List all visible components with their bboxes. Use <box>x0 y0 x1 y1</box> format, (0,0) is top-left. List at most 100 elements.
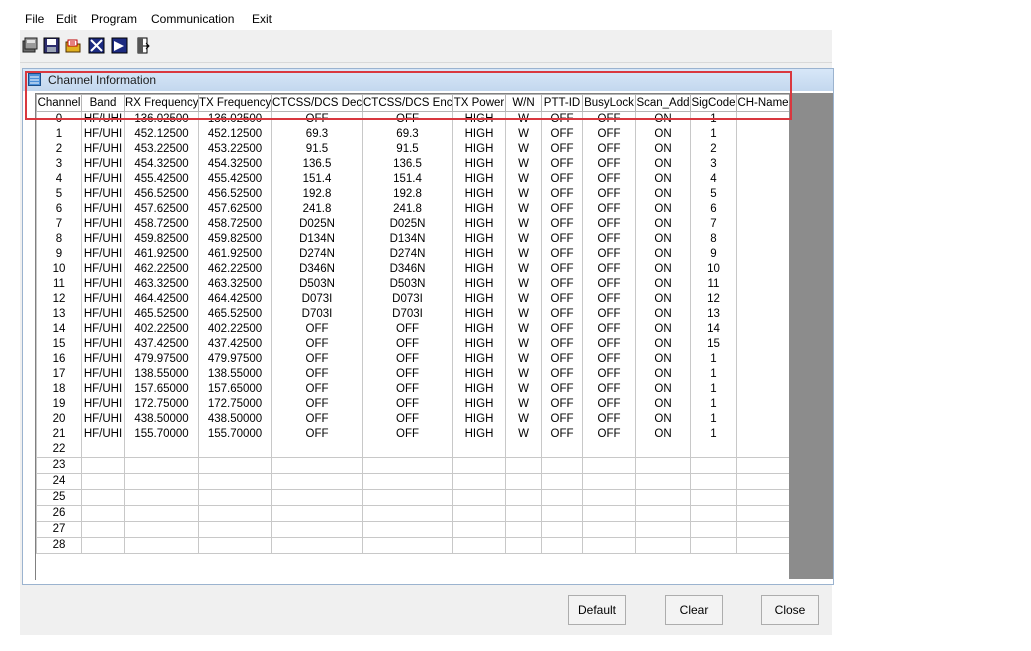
cell-ctcss-dcs-enc[interactable]: D073I <box>362 292 453 307</box>
cell-busy-lock[interactable]: OFF <box>582 382 636 397</box>
cell-ctcss-dcs-enc[interactable]: D346N <box>362 262 453 277</box>
cell-tx-frequency[interactable]: 136.02500 <box>198 111 272 127</box>
cell-ctcss-dcs-dec[interactable]: OFF <box>271 427 363 442</box>
column-header-ch-name[interactable]: CH-Name <box>736 94 789 112</box>
cell-ptt-id[interactable]: OFF <box>541 172 583 187</box>
table-row[interactable]: 19 HF/UHI 172.75000 172.75000 OFF OFF HIGH W OFF… <box>36 397 789 412</box>
cell-ctcss-dcs-dec[interactable] <box>271 521 363 538</box>
cell-ch-name[interactable] <box>736 232 789 247</box>
menu-edit[interactable]: Edit <box>56 12 77 26</box>
cell-sig-code[interactable]: 7 <box>690 217 737 232</box>
cell-busy-lock[interactable]: OFF <box>582 172 636 187</box>
cell-scan-add[interactable] <box>635 537 691 554</box>
cell-ptt-id[interactable]: OFF <box>541 322 583 337</box>
cell-ctcss-dcs-dec[interactable]: OFF <box>271 412 363 427</box>
cell-scan-add[interactable]: ON <box>635 367 691 382</box>
cell-channel[interactable]: 13 <box>36 307 82 322</box>
cell-band[interactable] <box>81 489 125 506</box>
cell-ptt-id[interactable] <box>541 521 583 538</box>
cell-tx-power[interactable]: HIGH <box>452 352 506 367</box>
table-row[interactable]: 11 HF/UHI 463.32500 463.32500 D503N D503N HIGH… <box>36 277 789 292</box>
cell-rx-frequency[interactable]: 465.52500 <box>124 307 199 322</box>
cell-w-n[interactable]: W <box>505 352 542 367</box>
cell-band[interactable]: HF/UHI <box>81 217 125 232</box>
cell-rx-frequency[interactable] <box>124 457 199 474</box>
table-row[interactable]: 6 HF/UHI 457.62500 457.62500 241.8 241.8 HIGH W… <box>36 202 789 217</box>
cell-tx-power[interactable]: HIGH <box>452 187 506 202</box>
cell-tx-frequency[interactable]: 402.22500 <box>198 322 272 337</box>
cell-ctcss-dcs-dec[interactable]: D134N <box>271 232 363 247</box>
cell-channel[interactable]: 19 <box>36 397 82 412</box>
cell-ctcss-dcs-enc[interactable] <box>362 442 453 458</box>
table-row[interactable]: 4 HF/UHI 455.42500 455.42500 151.4 151.4 HIGH W… <box>36 172 789 187</box>
column-header-band[interactable]: Band <box>81 94 125 112</box>
cell-tx-frequency[interactable]: 455.42500 <box>198 172 272 187</box>
table-row[interactable]: 16 HF/UHI 479.97500 479.97500 OFF OFF HIGH W OFF… <box>36 352 789 367</box>
cell-busy-lock[interactable]: OFF <box>582 142 636 157</box>
cell-tx-frequency[interactable]: 458.72500 <box>198 217 272 232</box>
close-button[interactable]: Close <box>761 595 819 625</box>
cell-ctcss-dcs-dec[interactable]: D346N <box>271 262 363 277</box>
cell-channel[interactable]: 16 <box>36 352 82 367</box>
cell-tx-frequency[interactable]: 459.82500 <box>198 232 272 247</box>
cell-scan-add[interactable]: ON <box>635 232 691 247</box>
cell-channel[interactable]: 20 <box>36 412 82 427</box>
cell-sig-code[interactable]: 9 <box>690 247 737 262</box>
cell-ctcss-dcs-dec[interactable]: OFF <box>271 397 363 412</box>
cell-tx-power[interactable]: HIGH <box>452 277 506 292</box>
cell-busy-lock[interactable]: OFF <box>582 157 636 172</box>
cell-ctcss-dcs-dec[interactable]: 241.8 <box>271 202 363 217</box>
cell-w-n[interactable]: W <box>505 337 542 352</box>
cell-channel[interactable]: 15 <box>36 337 82 352</box>
cell-sig-code[interactable] <box>690 521 737 538</box>
cell-band[interactable]: HF/UHI <box>81 397 125 412</box>
cell-scan-add[interactable]: ON <box>635 397 691 412</box>
cell-ptt-id[interactable]: OFF <box>541 142 583 157</box>
cell-scan-add[interactable]: ON <box>635 337 691 352</box>
cell-sig-code[interactable]: 1 <box>690 352 737 367</box>
cell-sig-code[interactable]: 1 <box>690 367 737 382</box>
cell-channel[interactable]: 24 <box>36 473 82 490</box>
cell-w-n[interactable]: W <box>505 172 542 187</box>
cell-ptt-id[interactable]: OFF <box>541 187 583 202</box>
cell-band[interactable]: HF/UHI <box>81 277 125 292</box>
cell-tx-power[interactable] <box>452 457 506 474</box>
open-folder-icon[interactable] <box>64 35 83 55</box>
cell-ptt-id[interactable]: OFF <box>541 157 583 172</box>
cell-tx-power[interactable]: HIGH <box>452 397 506 412</box>
cell-scan-add[interactable]: ON <box>635 322 691 337</box>
cell-tx-frequency[interactable] <box>198 473 272 490</box>
cell-busy-lock[interactable]: OFF <box>582 277 636 292</box>
cell-channel[interactable]: 27 <box>36 521 82 538</box>
cell-busy-lock[interactable] <box>582 442 636 458</box>
cell-w-n[interactable]: W <box>505 127 542 142</box>
cell-scan-add[interactable] <box>635 473 691 490</box>
cell-ptt-id[interactable]: OFF <box>541 412 583 427</box>
cell-ch-name[interactable] <box>736 277 789 292</box>
cell-w-n[interactable]: W <box>505 157 542 172</box>
cell-channel[interactable]: 1 <box>36 127 82 142</box>
cell-tx-power[interactable]: HIGH <box>452 367 506 382</box>
cell-busy-lock[interactable]: OFF <box>582 337 636 352</box>
cell-ch-name[interactable] <box>736 489 789 506</box>
cell-ptt-id[interactable]: OFF <box>541 262 583 277</box>
cell-tx-frequency[interactable]: 462.22500 <box>198 262 272 277</box>
cell-scan-add[interactable] <box>635 489 691 506</box>
cell-tx-frequency[interactable] <box>198 505 272 522</box>
cell-scan-add[interactable]: ON <box>635 142 691 157</box>
cell-band[interactable]: HF/UHI <box>81 412 125 427</box>
cell-w-n[interactable]: W <box>505 247 542 262</box>
cell-busy-lock[interactable]: OFF <box>582 127 636 142</box>
cell-w-n[interactable]: W <box>505 142 542 157</box>
table-row[interactable]: 3 HF/UHI 454.32500 454.32500 136.5 136.5 HIGH W… <box>36 157 789 172</box>
cell-w-n[interactable]: W <box>505 307 542 322</box>
cell-ctcss-dcs-enc[interactable] <box>362 473 453 490</box>
column-header-tx-power[interactable]: TX Power <box>452 94 506 112</box>
cell-band[interactable]: HF/UHI <box>81 262 125 277</box>
cell-busy-lock[interactable] <box>582 505 636 522</box>
table-row[interactable]: 27 <box>36 521 789 538</box>
cell-tx-power[interactable] <box>452 442 506 458</box>
cell-w-n[interactable]: W <box>505 202 542 217</box>
cell-busy-lock[interactable] <box>582 473 636 490</box>
cell-ptt-id[interactable] <box>541 489 583 506</box>
